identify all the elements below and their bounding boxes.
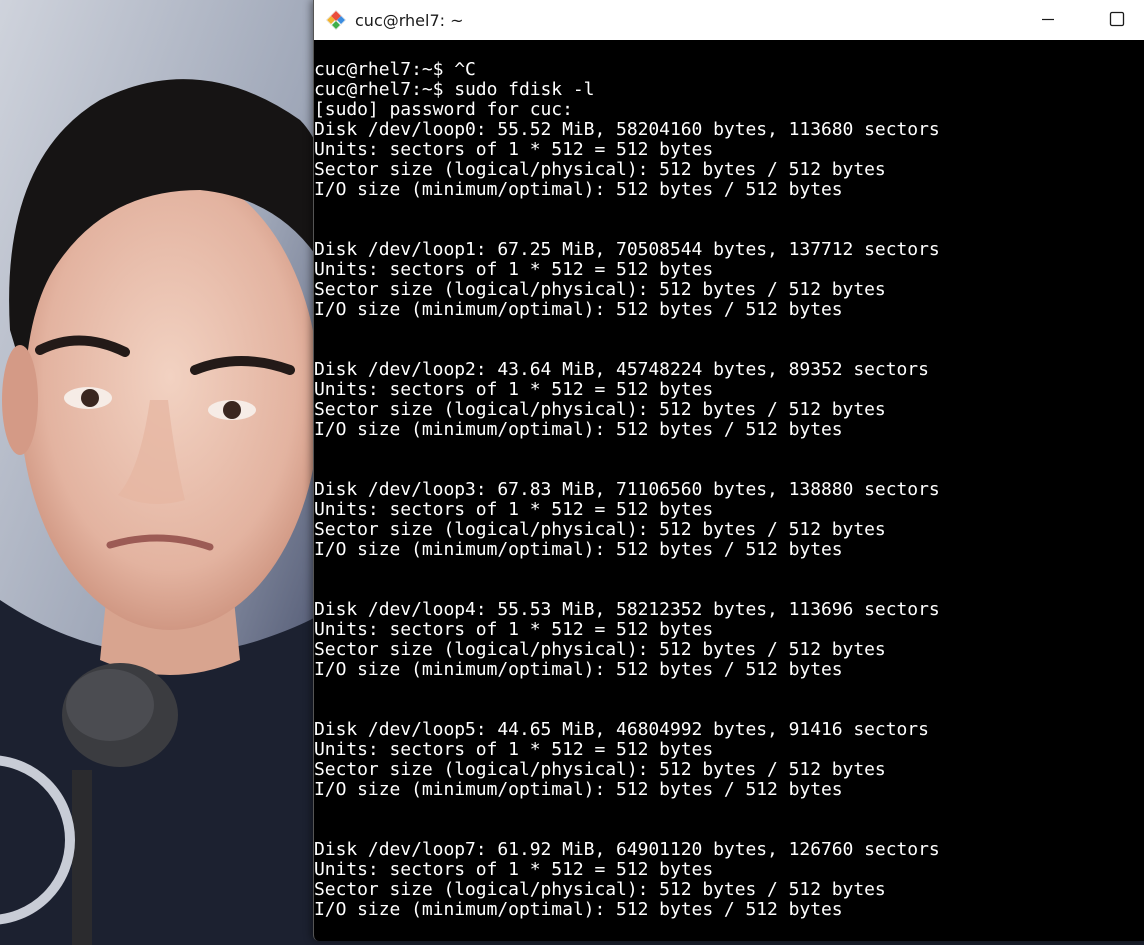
terminal-line: Sector size (logical/physical): 512 byte…: [314, 399, 886, 420]
terminal-window[interactable]: cuc@rhel7: ~ cuc@rhel7:~$ ^C cuc@rhel7:~$…: [313, 0, 1144, 941]
terminal-line: Sector size (logical/physical): 512 byte…: [314, 519, 886, 540]
terminal-line: Disk /dev/loop4: 55.53 MiB, 58212352 byt…: [314, 599, 940, 620]
minimize-icon: [1042, 18, 1054, 21]
minimize-button[interactable]: [1025, 0, 1071, 38]
terminal-line: I/O size (minimum/optimal): 512 bytes / …: [314, 299, 843, 320]
terminal-line: I/O size (minimum/optimal): 512 bytes / …: [314, 899, 843, 920]
window-title: cuc@rhel7: ~: [355, 10, 464, 30]
background-photo: [0, 0, 340, 945]
terminal-line: Sector size (logical/physical): 512 byte…: [314, 759, 886, 780]
terminal-line: cuc@rhel7:~$ ^C: [314, 59, 476, 80]
terminal-line: Disk /dev/loop2: 43.64 MiB, 45748224 byt…: [314, 359, 929, 380]
git-bash-diamond-icon: [325, 9, 347, 31]
terminal-line: I/O size (minimum/optimal): 512 bytes / …: [314, 419, 843, 440]
terminal-line: Units: sectors of 1 * 512 = 512 bytes: [314, 139, 714, 160]
terminal-line: Disk /dev/loop1: 67.25 MiB, 70508544 byt…: [314, 239, 940, 260]
terminal-line: Units: sectors of 1 * 512 = 512 bytes: [314, 499, 714, 520]
terminal-line: [sudo] password for cuc:: [314, 99, 573, 120]
terminal-line: Units: sectors of 1 * 512 = 512 bytes: [314, 259, 714, 280]
terminal-line: Units: sectors of 1 * 512 = 512 bytes: [314, 859, 714, 880]
window-titlebar[interactable]: cuc@rhel7: ~: [314, 0, 1144, 40]
terminal-line: Disk /dev/loop3: 67.83 MiB, 71106560 byt…: [314, 479, 940, 500]
terminal-line: I/O size (minimum/optimal): 512 bytes / …: [314, 659, 843, 680]
terminal-line: Units: sectors of 1 * 512 = 512 bytes: [314, 379, 714, 400]
terminal-line: I/O size (minimum/optimal): 512 bytes / …: [314, 179, 843, 200]
maximize-icon: [1109, 11, 1125, 27]
terminal-line: Units: sectors of 1 * 512 = 512 bytes: [314, 739, 714, 760]
terminal-line: Disk /dev/loop7: 61.92 MiB, 64901120 byt…: [314, 839, 940, 860]
maximize-button[interactable]: [1094, 0, 1140, 38]
terminal-line: Sector size (logical/physical): 512 byte…: [314, 159, 886, 180]
terminal-line: Units: sectors of 1 * 512 = 512 bytes: [314, 619, 714, 640]
terminal-line: Sector size (logical/physical): 512 byte…: [314, 879, 886, 900]
desktop: cuc@rhel7: ~ cuc@rhel7:~$ ^C cuc@rhel7:~$…: [0, 0, 1144, 945]
terminal-line: Disk /dev/loop5: 44.65 MiB, 46804992 byt…: [314, 719, 929, 740]
terminal-output[interactable]: cuc@rhel7:~$ ^C cuc@rhel7:~$ sudo fdisk -…: [314, 60, 1144, 940]
terminal-line: cuc@rhel7:~$ sudo fdisk -l: [314, 79, 595, 100]
terminal-line: I/O size (minimum/optimal): 512 bytes / …: [314, 539, 843, 560]
terminal-line: I/O size (minimum/optimal): 512 bytes / …: [314, 779, 843, 800]
terminal-line: Sector size (logical/physical): 512 byte…: [314, 639, 886, 660]
terminal-line: Disk /dev/loop0: 55.52 MiB, 58204160 byt…: [314, 119, 940, 140]
terminal-line: Sector size (logical/physical): 512 byte…: [314, 279, 886, 300]
